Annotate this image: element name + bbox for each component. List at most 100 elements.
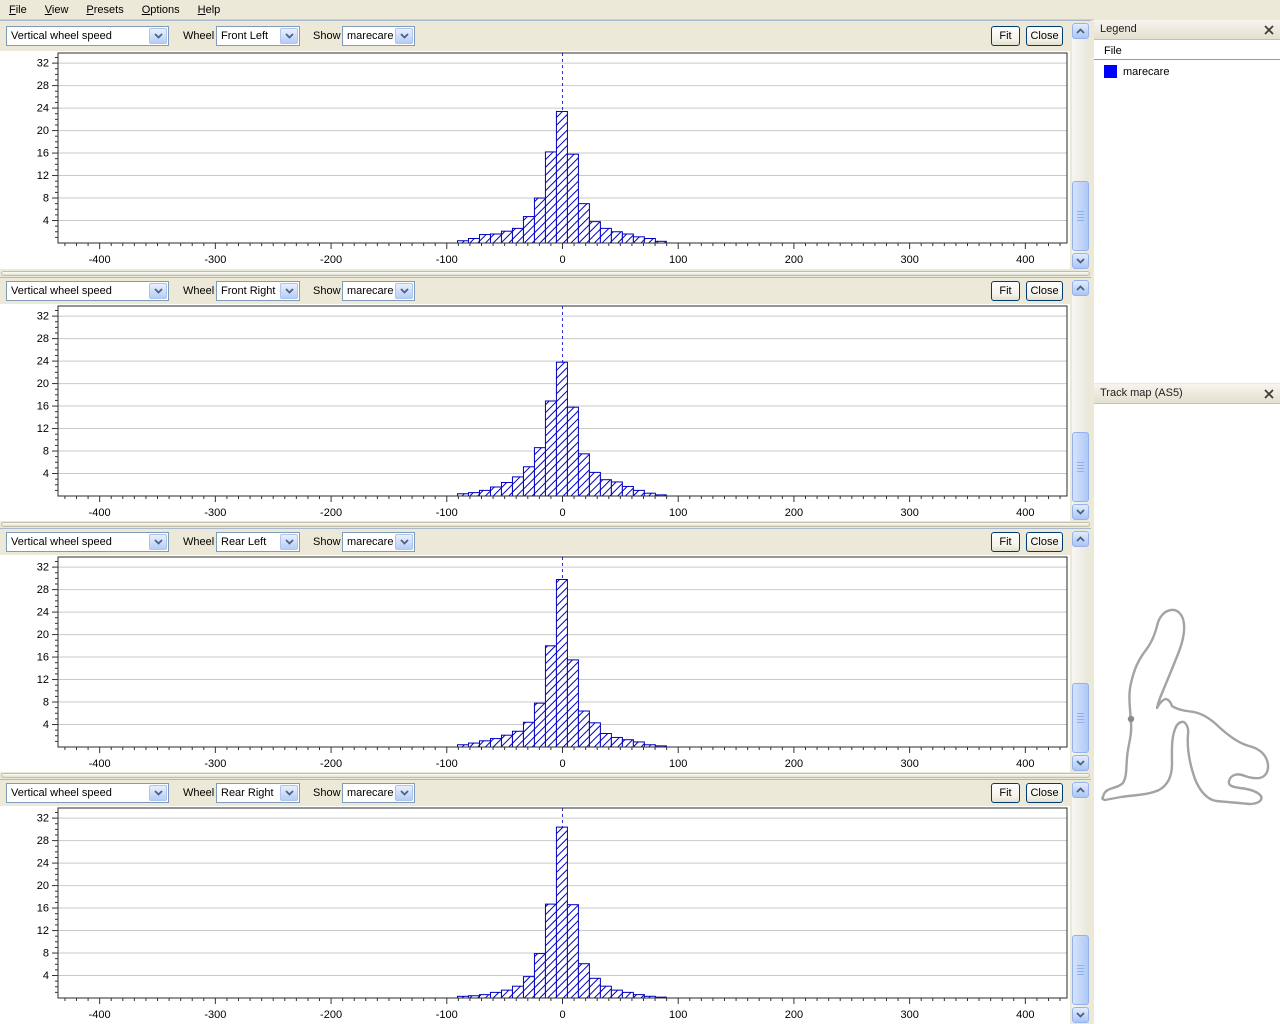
histogram-plot[interactable]: 4 8 12 16 20 24 28 32 -400 -300 -200 -100 0 100 200 300…	[0, 51, 1070, 269]
scrollbar-grip-icon	[1077, 211, 1084, 221]
chevron-down-icon[interactable]	[280, 283, 298, 299]
menu-help[interactable]: Help	[189, 2, 230, 18]
panel-splitter[interactable]	[0, 270, 1091, 277]
vertical-scrollbar[interactable]	[1072, 23, 1089, 269]
histogram-plot[interactable]: 4 8 12 16 20 24 28 32 -400 -300 -200 -100 0 100 200 300…	[0, 806, 1070, 1024]
chevron-down-icon[interactable]	[149, 28, 167, 44]
chevron-down-icon[interactable]	[395, 28, 413, 44]
chevron-down-icon[interactable]	[149, 534, 167, 550]
scroll-up-button[interactable]	[1072, 280, 1089, 296]
svg-text:24: 24	[37, 607, 49, 619]
series-color-swatch	[1104, 65, 1117, 78]
scroll-down-button[interactable]	[1072, 755, 1089, 771]
panel-splitter[interactable]	[0, 521, 1091, 528]
fit-button[interactable]: Fit	[991, 281, 1020, 301]
svg-text:-100: -100	[436, 758, 458, 770]
scrollbar-thumb[interactable]	[1072, 683, 1089, 753]
close-button[interactable]: Close	[1026, 281, 1063, 301]
svg-text:100: 100	[669, 1009, 687, 1021]
close-button[interactable]: Close	[1026, 783, 1063, 803]
chevron-down-icon[interactable]	[149, 785, 167, 801]
chevron-down-icon[interactable]	[280, 28, 298, 44]
chevron-down-icon[interactable]	[280, 785, 298, 801]
svg-text:8: 8	[43, 193, 49, 205]
menu-options[interactable]: Options	[133, 2, 189, 18]
signal-select[interactable]: Vertical wheel speed	[6, 783, 169, 803]
wheel-select[interactable]: Front Right	[216, 281, 300, 301]
vertical-scrollbar[interactable]	[1072, 531, 1089, 771]
svg-text:-200: -200	[320, 758, 342, 770]
svg-text:12: 12	[37, 423, 49, 435]
svg-text:-400: -400	[89, 507, 111, 519]
scrollbar-grip-icon	[1077, 462, 1084, 472]
signal-select[interactable]: Vertical wheel speed	[6, 532, 169, 552]
show-select-value: marecare	[347, 30, 394, 42]
chevron-down-icon[interactable]	[395, 785, 413, 801]
svg-text:28: 28	[37, 333, 49, 345]
svg-text:300: 300	[900, 1009, 918, 1021]
wheel-label: Wheel	[183, 285, 215, 297]
chevron-down-icon[interactable]	[395, 283, 413, 299]
scroll-up-button[interactable]	[1072, 23, 1089, 39]
histogram-plot[interactable]: 4 8 12 16 20 24 28 32 -400 -300 -200 -100 0 100 200 300…	[0, 304, 1070, 522]
svg-text:-200: -200	[320, 507, 342, 519]
chevron-down-icon[interactable]	[149, 283, 167, 299]
scroll-up-button[interactable]	[1072, 531, 1089, 547]
signal-select-value: Vertical wheel speed	[11, 787, 112, 799]
menu-file[interactable]: File	[0, 2, 36, 18]
vertical-scrollbar[interactable]	[1072, 280, 1089, 520]
svg-text:24: 24	[37, 356, 49, 368]
scrollbar-grip-icon	[1077, 713, 1084, 723]
legend-item-label: marecare	[1123, 66, 1170, 78]
close-icon[interactable]	[1262, 23, 1276, 37]
svg-text:-200: -200	[320, 1009, 342, 1021]
svg-text:24: 24	[37, 858, 49, 870]
menu-presets[interactable]: Presets	[77, 2, 132, 18]
scroll-down-button[interactable]	[1072, 504, 1089, 520]
show-select[interactable]: marecare	[342, 26, 415, 46]
chevron-down-icon[interactable]	[395, 534, 413, 550]
close-icon[interactable]	[1262, 387, 1276, 401]
legend-item-marecare[interactable]: marecare	[1094, 63, 1280, 81]
svg-text:200: 200	[785, 758, 803, 770]
show-select[interactable]: marecare	[342, 532, 415, 552]
svg-text:400: 400	[1016, 758, 1034, 770]
scrollbar-thumb[interactable]	[1072, 432, 1089, 502]
close-button[interactable]: Close	[1026, 26, 1063, 46]
fit-button[interactable]: Fit	[991, 532, 1020, 552]
svg-text:300: 300	[900, 507, 918, 519]
scroll-up-button[interactable]	[1072, 782, 1089, 798]
show-select[interactable]: marecare	[342, 281, 415, 301]
track-outline	[1101, 608, 1270, 806]
svg-text:8: 8	[43, 948, 49, 960]
menu-view[interactable]: View	[36, 2, 78, 18]
panel-toolbar: Vertical wheel speed Wheel Front Left Sh…	[0, 25, 1091, 49]
wheel-select[interactable]: Rear Left	[216, 532, 300, 552]
vertical-scrollbar[interactable]	[1072, 782, 1089, 1023]
wheel-select[interactable]: Rear Right	[216, 783, 300, 803]
fit-button[interactable]: Fit	[991, 783, 1020, 803]
panel-splitter[interactable]	[0, 772, 1091, 779]
wheel-select[interactable]: Front Left	[216, 26, 300, 46]
scroll-down-button[interactable]	[1072, 253, 1089, 269]
legend-title: Legend	[1100, 23, 1137, 35]
signal-select[interactable]: Vertical wheel speed	[6, 281, 169, 301]
chevron-down-icon[interactable]	[280, 534, 298, 550]
show-label: Show	[313, 285, 341, 297]
signal-select-value: Vertical wheel speed	[11, 285, 112, 297]
scroll-down-button[interactable]	[1072, 1007, 1089, 1023]
signal-select[interactable]: Vertical wheel speed	[6, 26, 169, 46]
fit-button[interactable]: Fit	[991, 26, 1020, 46]
svg-text:12: 12	[37, 170, 49, 182]
histogram-plot[interactable]: 4 8 12 16 20 24 28 32 -400 -300 -200 -100 0 100 200 300…	[0, 555, 1070, 773]
close-button[interactable]: Close	[1026, 532, 1063, 552]
show-select-value: marecare	[347, 285, 394, 297]
scrollbar-thumb[interactable]	[1072, 935, 1089, 1005]
svg-text:200: 200	[785, 1009, 803, 1021]
trackmap-panel	[1094, 404, 1280, 1024]
show-select[interactable]: marecare	[342, 783, 415, 803]
scrollbar-thumb[interactable]	[1072, 181, 1089, 251]
show-label: Show	[313, 536, 341, 548]
svg-text:-100: -100	[436, 507, 458, 519]
histogram-panel-rear-left: Vertical wheel speed Wheel Rear Left Sho…	[0, 528, 1091, 773]
